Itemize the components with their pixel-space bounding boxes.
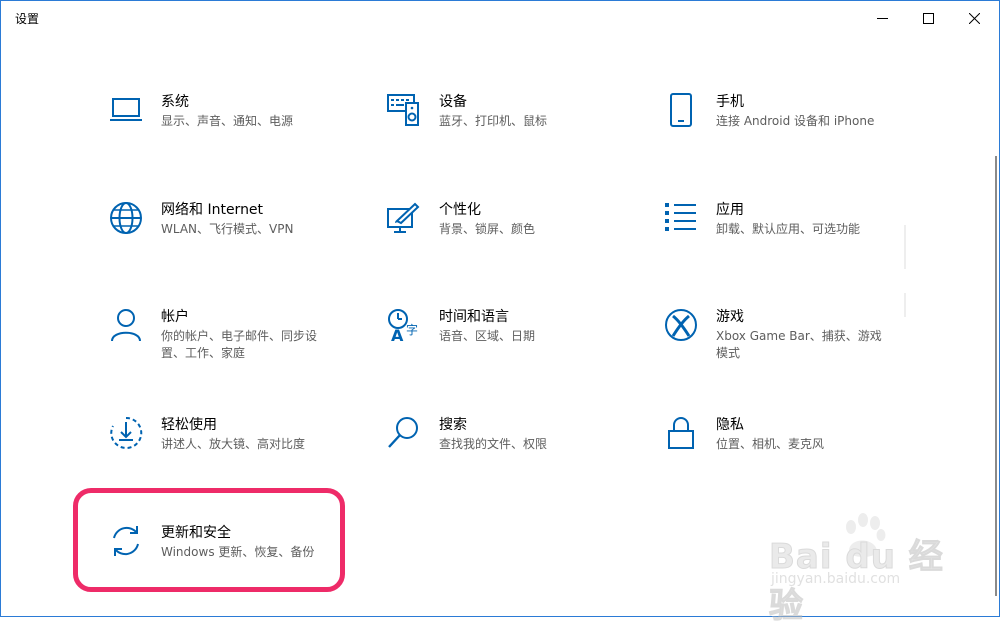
tile-description: 语音、区域、日期 <box>439 329 536 343</box>
tile-name: 应用 <box>716 202 744 218</box>
tile-description: 连接 Android 设备和 iPhone <box>716 114 875 128</box>
tile-name: 隐私 <box>716 417 744 433</box>
tile-name: 时间和语言 <box>439 309 509 325</box>
tile-name: 搜索 <box>439 417 467 433</box>
tile-name: 个性化 <box>439 202 481 218</box>
tile-gaming[interactable]: 游戏 Xbox Game Bar、捕获、游戏模式 <box>664 308 904 384</box>
watermark: Bai du 经验 jingyan.baidu.com <box>769 511 959 627</box>
highlight-annotation <box>73 488 345 592</box>
watermark-url: jingyan.baidu.com <box>771 571 901 587</box>
svg-text:字: 字 <box>406 322 418 337</box>
laptop-icon <box>109 93 143 127</box>
app-list-icon <box>664 201 698 235</box>
keyboard-speaker-icon <box>387 93 421 127</box>
ease-of-access-icon <box>109 416 143 450</box>
close-icon <box>968 12 980 24</box>
tile-description: 你的帐户、电子邮件、同步设置、工作、家庭 <box>161 329 318 360</box>
tile-description: 背景、锁屏、颜色 <box>439 222 536 236</box>
tile-system[interactable]: 系统 显示、声音、通知、电源 <box>109 93 349 169</box>
tile-description: 位置、相机、麦克风 <box>716 437 825 451</box>
tile-time-language[interactable]: A字 时间和语言 语音、区域、日期 <box>387 308 627 384</box>
tile-name: 设备 <box>439 94 467 110</box>
paint-monitor-icon <box>387 201 421 235</box>
tile-name: 游戏 <box>716 309 744 325</box>
tile-description: 蓝牙、打印机、鼠标 <box>439 114 548 128</box>
divider <box>904 293 906 317</box>
xbox-icon <box>664 308 698 342</box>
tile-phone[interactable]: 手机 连接 Android 设备和 iPhone <box>664 93 904 169</box>
tile-description: 卸载、默认应用、可选功能 <box>716 222 861 236</box>
tile-description: 讲述人、放大镜、高对比度 <box>161 437 306 451</box>
divider <box>904 225 906 269</box>
phone-icon <box>664 93 698 127</box>
minimize-icon <box>876 17 888 19</box>
tile-name: 轻松使用 <box>161 417 217 433</box>
title-bar[interactable]: 设置 <box>1 1 999 35</box>
settings-window: 设置 系统 显示、声音、通知、电源 设备 蓝牙、打印机、鼠标 手机 连接 And… <box>0 0 1000 627</box>
tile-name: 系统 <box>161 94 189 110</box>
search-icon <box>387 416 421 450</box>
tile-description: WLAN、飞行模式、VPN <box>161 222 294 236</box>
tile-personalization[interactable]: 个性化 背景、锁屏、颜色 <box>387 201 627 277</box>
tile-description: Xbox Game Bar、捕获、游戏模式 <box>716 329 882 360</box>
lock-icon <box>664 416 698 450</box>
tile-apps[interactable]: 应用 卸载、默认应用、可选功能 <box>664 201 904 277</box>
tile-privacy[interactable]: 隐私 位置、相机、麦克风 <box>664 416 904 492</box>
minimize-button[interactable] <box>859 1 905 35</box>
globe-icon <box>109 201 143 235</box>
tile-description: 显示、声音、通知、电源 <box>161 114 294 128</box>
maximize-button[interactable] <box>905 1 951 35</box>
tile-description: 查找我的文件、权限 <box>439 437 548 451</box>
tile-name: 帐户 <box>161 309 189 325</box>
tile-name: 手机 <box>716 94 744 110</box>
close-button[interactable] <box>951 1 997 35</box>
maximize-icon <box>922 12 934 24</box>
svg-text:A: A <box>391 326 404 342</box>
tile-search[interactable]: 搜索 查找我的文件、权限 <box>387 416 627 492</box>
tile-devices[interactable]: 设备 蓝牙、打印机、鼠标 <box>387 93 627 169</box>
time-language-icon: A字 <box>387 308 421 342</box>
window-title: 设置 <box>15 12 40 26</box>
tile-ease-of-access[interactable]: 轻松使用 讲述人、放大镜、高对比度 <box>109 416 349 492</box>
person-icon <box>109 308 143 342</box>
scrollbar[interactable] <box>995 156 997 596</box>
tile-accounts[interactable]: 帐户 你的帐户、电子邮件、同步设置、工作、家庭 <box>109 308 349 384</box>
tile-name: 网络和 Internet <box>161 202 264 218</box>
tile-network[interactable]: 网络和 Internet WLAN、飞行模式、VPN <box>109 201 349 277</box>
